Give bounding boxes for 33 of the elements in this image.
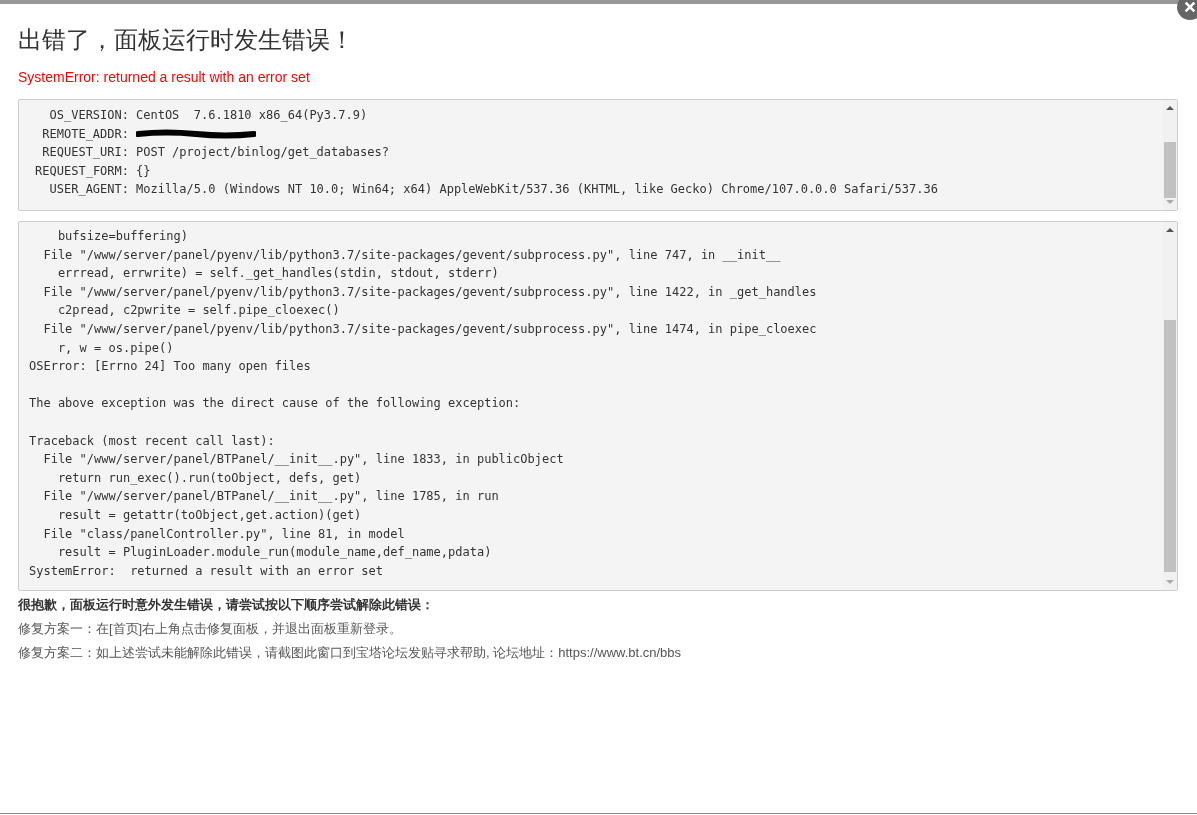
help-step: 修复方案一：在[首页]右上角点击修复面板，并退出面板重新登录。 bbox=[18, 620, 1178, 638]
code-line: return run_exec().run(toObject, defs, get) bbox=[56, 469, 363, 487]
code-line: File "/www/server/panel/BTPanel/__init__.py", line 1785, in run bbox=[42, 488, 500, 506]
field-label: REQUEST_FORM: bbox=[34, 162, 129, 180]
help-step: 修复方案二：如上述尝试未能解除此错误，请截图此窗口到宝塔论坛发贴寻求帮助, 论坛地址：https://www.bt.cn/bbs bbox=[18, 644, 1178, 662]
code-line: r, w = os.pipe() bbox=[56, 339, 175, 357]
code-line: bufsize=buffering) bbox=[56, 228, 189, 245]
code-line: c2pread, c2pwrite = self.pipe_cloexec() bbox=[56, 302, 341, 320]
code-line: Traceback (most recent call last): bbox=[29, 432, 276, 450]
code-line: The above exception was the direct cause of the following exception: bbox=[29, 395, 522, 413]
code-line: File "/www/server/panel/pyenv/lib/python3.7/site-packages/gevent/subprocess.py", line 747, in __init__ bbox=[42, 246, 782, 264]
code-line: errread, errwrite) = self._get_handles(stdin, stdout, stderr) bbox=[56, 265, 500, 283]
help-heading: 很抱歉，面板运行时意外发生错误，请尝试按以下顺序尝试解除此错误： bbox=[18, 596, 435, 614]
field-label: REMOTE_ADDR: bbox=[41, 125, 129, 143]
scrollbar[interactable] bbox=[1163, 100, 1177, 210]
code-line: File "class/panelController.py", line 81, in model bbox=[42, 525, 406, 543]
error-message: SystemError: returned a result with an error set bbox=[18, 68, 311, 86]
code-line: SystemError: returned a result with an error set bbox=[29, 562, 384, 580]
field-label: REQUEST_URI: bbox=[41, 144, 129, 162]
field-value: POST /project/binlog/get_databases? bbox=[136, 144, 390, 162]
code-line: File "/www/server/panel/pyenv/lib/python3.7/site-packages/gevent/subprocess.py", line 1422, in _get_handles bbox=[42, 283, 818, 301]
code-line: File "/www/server/panel/pyenv/lib/python3.7/site-packages/gevent/subprocess.py", line 1474, in pipe_cloexec bbox=[42, 320, 818, 338]
code-line: result = getattr(toObject,get.action)(get) bbox=[56, 506, 363, 524]
field-label: OS_VERSION: bbox=[48, 107, 129, 124]
field-value: {} bbox=[136, 162, 152, 180]
code-line: File "/www/server/panel/BTPanel/__init__.py", line 1833, in publicObject bbox=[42, 451, 565, 469]
error-title: 出错了，面板运行时发生错误！ bbox=[18, 25, 355, 55]
field-value: Mozilla/5.0 (Windows NT 10.0; Win64; x64) AppleWebKit/537.36 (KHTML, like Gecko) Chrome/107.0.0.0 Safari/537.36 bbox=[136, 181, 939, 199]
field-label: USER_AGENT: bbox=[48, 181, 129, 199]
code-line: result = PluginLoader.module_run(module_name,def_name,pdata) bbox=[56, 544, 493, 562]
scrollbar[interactable] bbox=[1163, 222, 1177, 590]
field-value: CentOS 7.6.1810 x86_64(Py3.7.9) bbox=[136, 107, 369, 124]
code-line: OSError: [Errno 24] Too many open files bbox=[29, 358, 312, 376]
